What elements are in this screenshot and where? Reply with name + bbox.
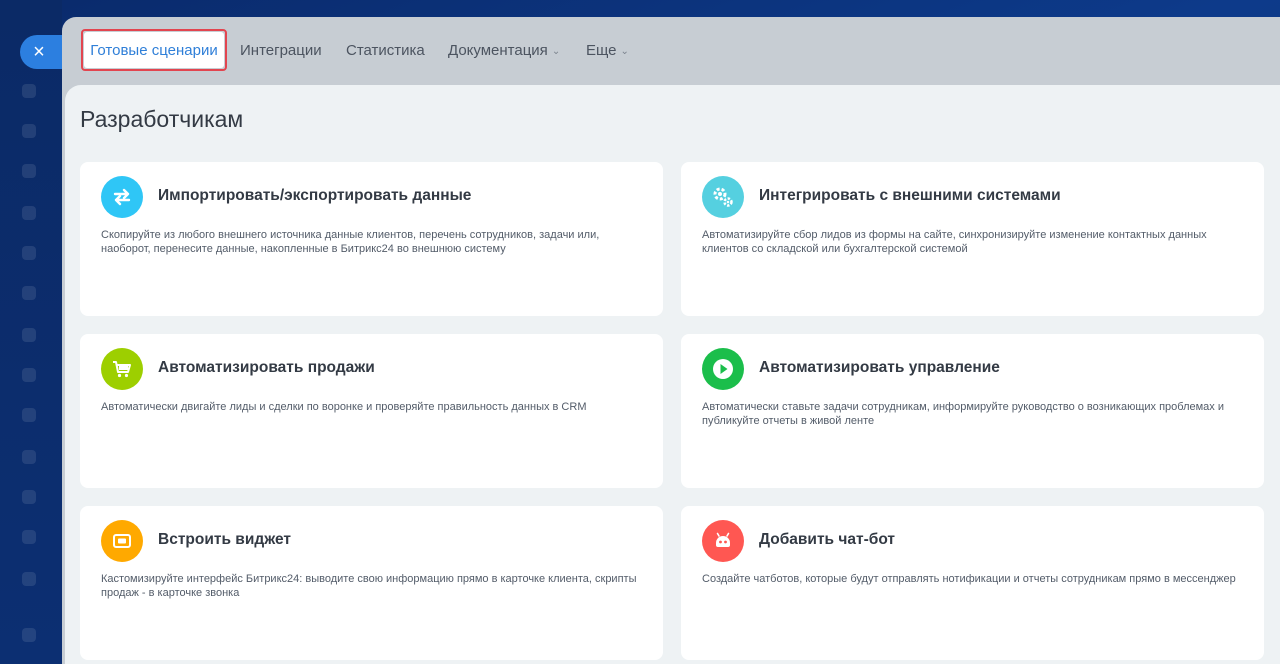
card-automate-sales[interactable]: Автоматизировать продажи Автоматически д… [80, 334, 663, 488]
card-integrate-external[interactable]: Интегрировать с внешними системами Автом… [681, 162, 1264, 316]
tab-integrations[interactable]: Интеграции [240, 42, 322, 59]
tab-label: Интеграции [240, 42, 322, 59]
bg-menu-icon [22, 408, 36, 422]
card-description: Автоматически двигайте лиды и сделки по … [101, 401, 587, 413]
bg-menu-icon [22, 84, 36, 98]
card-automate-management[interactable]: Автоматизировать управление Автоматическ… [681, 334, 1264, 488]
bg-menu-icon [22, 328, 36, 342]
tab-label: Еще [586, 42, 617, 59]
tab-label: Готовые сценарии [90, 41, 218, 59]
bg-menu-icon [22, 490, 36, 504]
card-title: Добавить чат-бот [759, 531, 895, 548]
tab-documentation[interactable]: Документация ⌄ [448, 42, 560, 59]
play-icon [702, 348, 744, 390]
card-title: Встроить виджет [158, 531, 291, 548]
card-title: Автоматизировать управление [759, 359, 1000, 376]
card-title: Автоматизировать продажи [158, 359, 375, 376]
page-title: Разработчикам [80, 106, 244, 132]
import-export-arrows-icon [101, 176, 143, 218]
bg-menu-icon [22, 124, 36, 138]
close-slider-button[interactable]: × [20, 35, 64, 69]
card-import-export[interactable]: Импортировать/экспортировать данные Скоп… [80, 162, 663, 316]
chevron-down-icon: ⌄ [551, 46, 561, 57]
card-title: Интегрировать с внешними системами [759, 187, 1061, 204]
tab-statistics[interactable]: Статистика [346, 42, 425, 59]
card-description: Автоматически ставьте задачи сотрудникам… [702, 401, 1225, 427]
cart-icon [101, 348, 143, 390]
bg-menu-icon [22, 628, 36, 642]
card-description: Скопируйте из любого внешнего источника … [101, 229, 600, 255]
bg-menu-icon [22, 450, 36, 464]
bg-menu-icon [22, 286, 36, 300]
widget-icon [101, 520, 143, 562]
bot-icon [702, 520, 744, 562]
card-add-chatbot[interactable]: Добавить чат-бот Создайте чатботов, кото… [681, 506, 1264, 660]
slider-panel: Готовые сценарии Интеграции Статистика Д… [62, 17, 1280, 664]
tab-ready-scenarios[interactable]: Готовые сценарии [84, 32, 224, 68]
card-description: Создайте чатботов, которые будут отправл… [702, 573, 1236, 585]
close-icon: × [33, 41, 45, 63]
gears-icon [702, 176, 744, 218]
top-navigation: Готовые сценарии Интеграции Статистика Д… [62, 17, 1280, 83]
card-description: Автоматизируйте сбор лидов из формы на с… [702, 229, 1207, 255]
bg-menu-icon [22, 572, 36, 586]
chevron-down-icon: ⌄ [620, 46, 629, 57]
bg-menu-icon [22, 164, 36, 178]
card-title: Импортировать/экспортировать данные [158, 187, 472, 204]
tab-label: Статистика [346, 42, 425, 59]
card-embed-widget[interactable]: Встроить виджет Кастомизируйте интерфейс… [80, 506, 663, 660]
tab-label: Документация [448, 42, 548, 59]
background-sidebar [0, 0, 62, 664]
main-content: Разработчикам Импортировать/экспортирова… [65, 85, 1280, 664]
bg-menu-icon [22, 246, 36, 260]
tab-more[interactable]: Еще ⌄ [586, 42, 629, 59]
bg-menu-icon [22, 206, 36, 220]
card-description: Кастомизируйте интерфейс Битрикс24: выво… [101, 573, 637, 599]
bg-menu-icon [22, 530, 36, 544]
bg-menu-icon [22, 368, 36, 382]
